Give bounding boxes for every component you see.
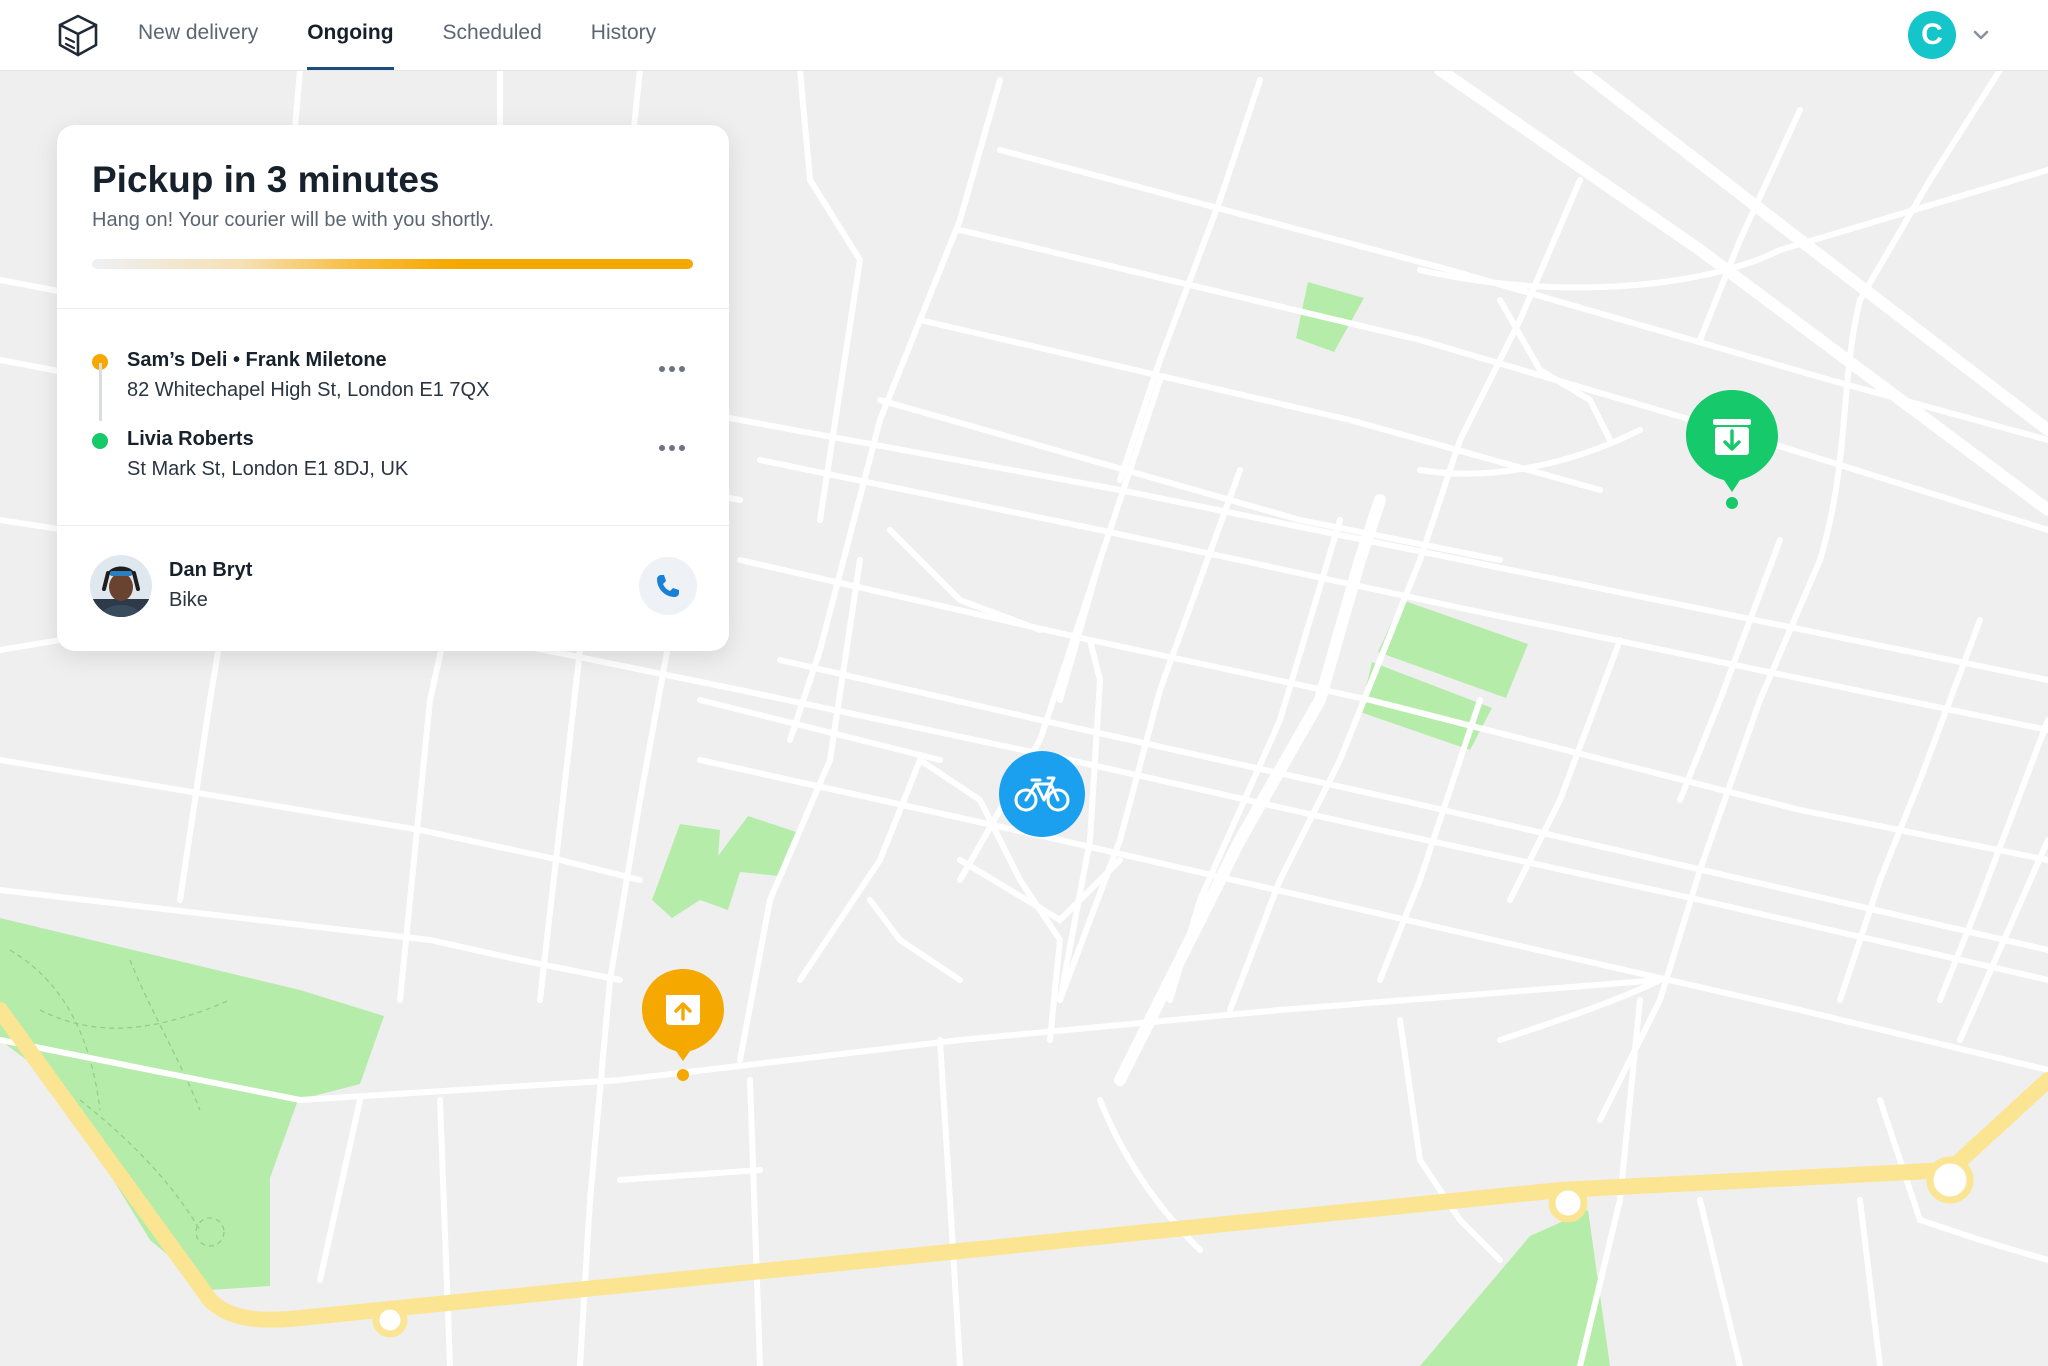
tab-ongoing[interactable]: Ongoing (283, 0, 417, 70)
courier-vehicle: Bike (169, 589, 208, 611)
pickup-progress-bar (92, 259, 693, 269)
card-divider (57, 308, 729, 309)
dropoff-location-pin[interactable] (1682, 386, 1782, 512)
tab-scheduled[interactable]: Scheduled (419, 0, 566, 70)
call-courier-button[interactable] (639, 557, 697, 615)
pickup-more-options-button[interactable] (659, 359, 691, 372)
dropoff-stop-dot (92, 433, 108, 449)
more-horizontal-icon (679, 366, 685, 372)
more-horizontal-icon (659, 445, 665, 451)
box-logo-icon[interactable] (54, 12, 102, 60)
delivery-status-card: Pickup in 3 minutes Hang on! Your courie… (57, 125, 729, 651)
more-horizontal-icon (669, 366, 675, 372)
top-navigation-bar: New delivery Ongoing Scheduled History C (0, 0, 2048, 71)
more-horizontal-icon (679, 445, 685, 451)
more-horizontal-icon (669, 445, 675, 451)
chevron-down-icon[interactable] (1970, 24, 1992, 46)
phone-icon (657, 575, 679, 597)
pickup-eta-title: Pickup in 3 minutes (92, 159, 440, 200)
tab-new-delivery[interactable]: New delivery (114, 0, 282, 70)
pickup-location-pin[interactable] (638, 965, 728, 1083)
pickup-stop-name: Sam’s Deli • Frank Miletone (127, 349, 387, 371)
courier-name: Dan Bryt (169, 559, 253, 581)
pickup-eta-subtitle: Hang on! Your courier will be with you s… (92, 209, 495, 231)
dropoff-more-options-button[interactable] (659, 438, 691, 451)
tab-history[interactable]: History (567, 0, 680, 70)
more-horizontal-icon (659, 366, 665, 372)
dropoff-stop-name: Livia Roberts (127, 428, 254, 450)
pickup-stop-address: 82 Whitechapel High St, London E1 7QX (127, 379, 490, 401)
user-avatar[interactable]: C (1908, 11, 1956, 59)
package-up-icon (666, 995, 700, 1025)
card-divider (57, 525, 729, 526)
courier-location-marker[interactable] (998, 750, 1086, 838)
route-connector-line (99, 363, 102, 421)
courier-avatar (90, 555, 152, 617)
dropoff-stop-address: St Mark St, London E1 8DJ, UK (127, 458, 409, 480)
package-down-icon (1713, 419, 1751, 455)
main-tabs: New delivery Ongoing Scheduled History (114, 0, 681, 70)
